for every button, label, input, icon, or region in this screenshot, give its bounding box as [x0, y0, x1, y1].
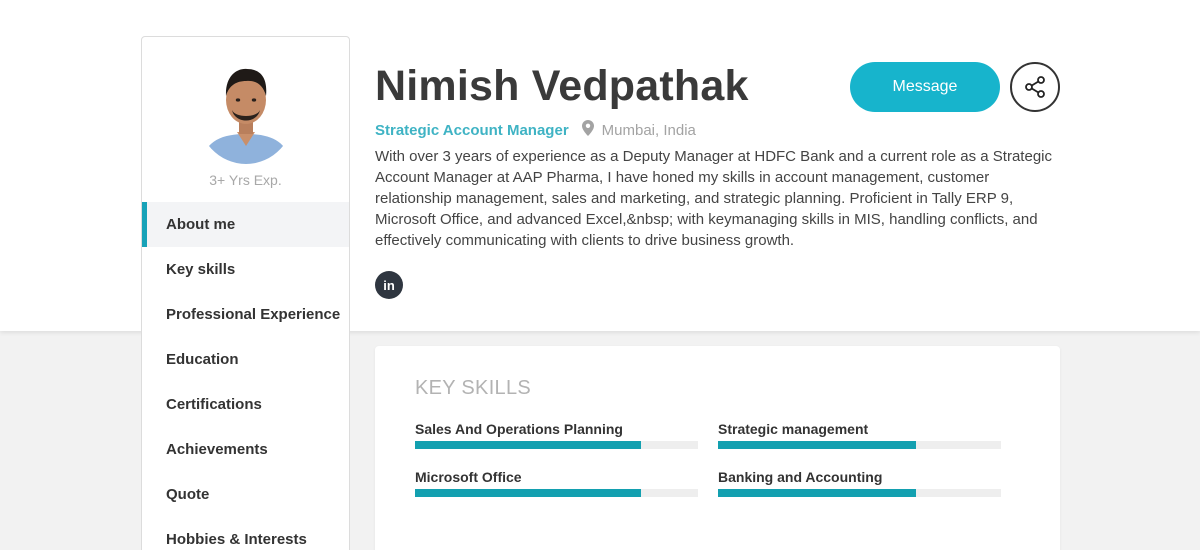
skill-item: Strategic management	[718, 420, 1001, 449]
linkedin-icon[interactable]: in	[375, 271, 403, 299]
skill-name: Microsoft Office	[415, 469, 522, 485]
sidebar-item-hobbies-interests[interactable]: Hobbies & Interests	[142, 517, 349, 550]
sidebar-item-quote[interactable]: Quote	[142, 472, 349, 517]
share-button[interactable]	[1010, 62, 1060, 112]
location-pin-icon	[581, 120, 594, 140]
profile-role: Strategic Account Manager	[375, 121, 569, 139]
skill-bar	[718, 441, 1001, 449]
profile-subline: Strategic Account Manager Mumbai, India	[375, 120, 696, 140]
profile-location: Mumbai, India	[601, 121, 696, 139]
skill-item: Banking and Accounting	[718, 468, 1001, 497]
skill-item: Microsoft Office	[415, 468, 698, 497]
sidebar-item-professional-experience[interactable]: Professional Experience	[142, 292, 349, 337]
skill-bar	[718, 489, 1001, 497]
profile-bio: With over 3 years of experience as a Dep…	[375, 148, 1052, 249]
skill-bar-fill	[415, 489, 642, 497]
skill-bar-fill	[718, 441, 917, 449]
sidebar-item-education[interactable]: Education	[142, 337, 349, 382]
skill-name: Strategic management	[718, 421, 869, 437]
sidebar-item-certifications[interactable]: Certifications	[142, 382, 349, 427]
skill-name: Banking and Accounting	[718, 469, 883, 485]
sidebar-nav: About me Key skills Professional Experie…	[142, 202, 349, 550]
skill-bar-fill	[415, 441, 642, 449]
profile-sidebar: 3+ Yrs Exp. About me Key skills Professi…	[141, 36, 350, 550]
message-button[interactable]: Message	[850, 62, 1000, 112]
profile-name: Nimish Vedpathak	[375, 62, 749, 110]
sidebar-item-about-me[interactable]: About me	[142, 202, 349, 247]
sidebar-item-achievements[interactable]: Achievements	[142, 427, 349, 472]
skill-bar	[415, 489, 698, 497]
avatar	[197, 60, 295, 164]
key-skills-card: KEY SKILLS Sales And Operations Planning…	[375, 346, 1060, 550]
sidebar-item-key-skills[interactable]: Key skills	[142, 247, 349, 292]
skill-item: Sales And Operations Planning	[415, 420, 698, 449]
experience-label: 3+ Yrs Exp.	[209, 172, 282, 188]
skill-bar-fill	[718, 489, 917, 497]
skill-name: Sales And Operations Planning	[415, 421, 623, 437]
key-skills-title: KEY SKILLS	[415, 377, 532, 399]
share-icon	[1023, 75, 1047, 99]
skill-bar	[415, 441, 698, 449]
